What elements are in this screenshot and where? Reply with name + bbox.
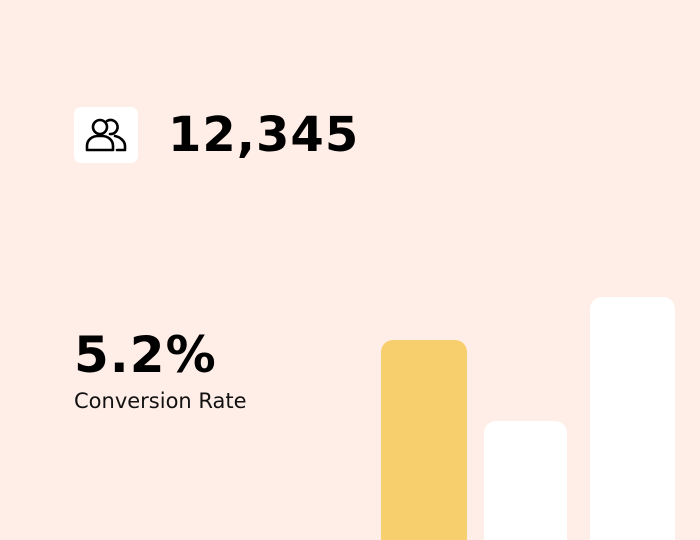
bar-1 xyxy=(381,340,467,540)
bar-chart xyxy=(0,0,700,540)
bar-3 xyxy=(590,297,675,540)
bar-2 xyxy=(484,421,567,540)
